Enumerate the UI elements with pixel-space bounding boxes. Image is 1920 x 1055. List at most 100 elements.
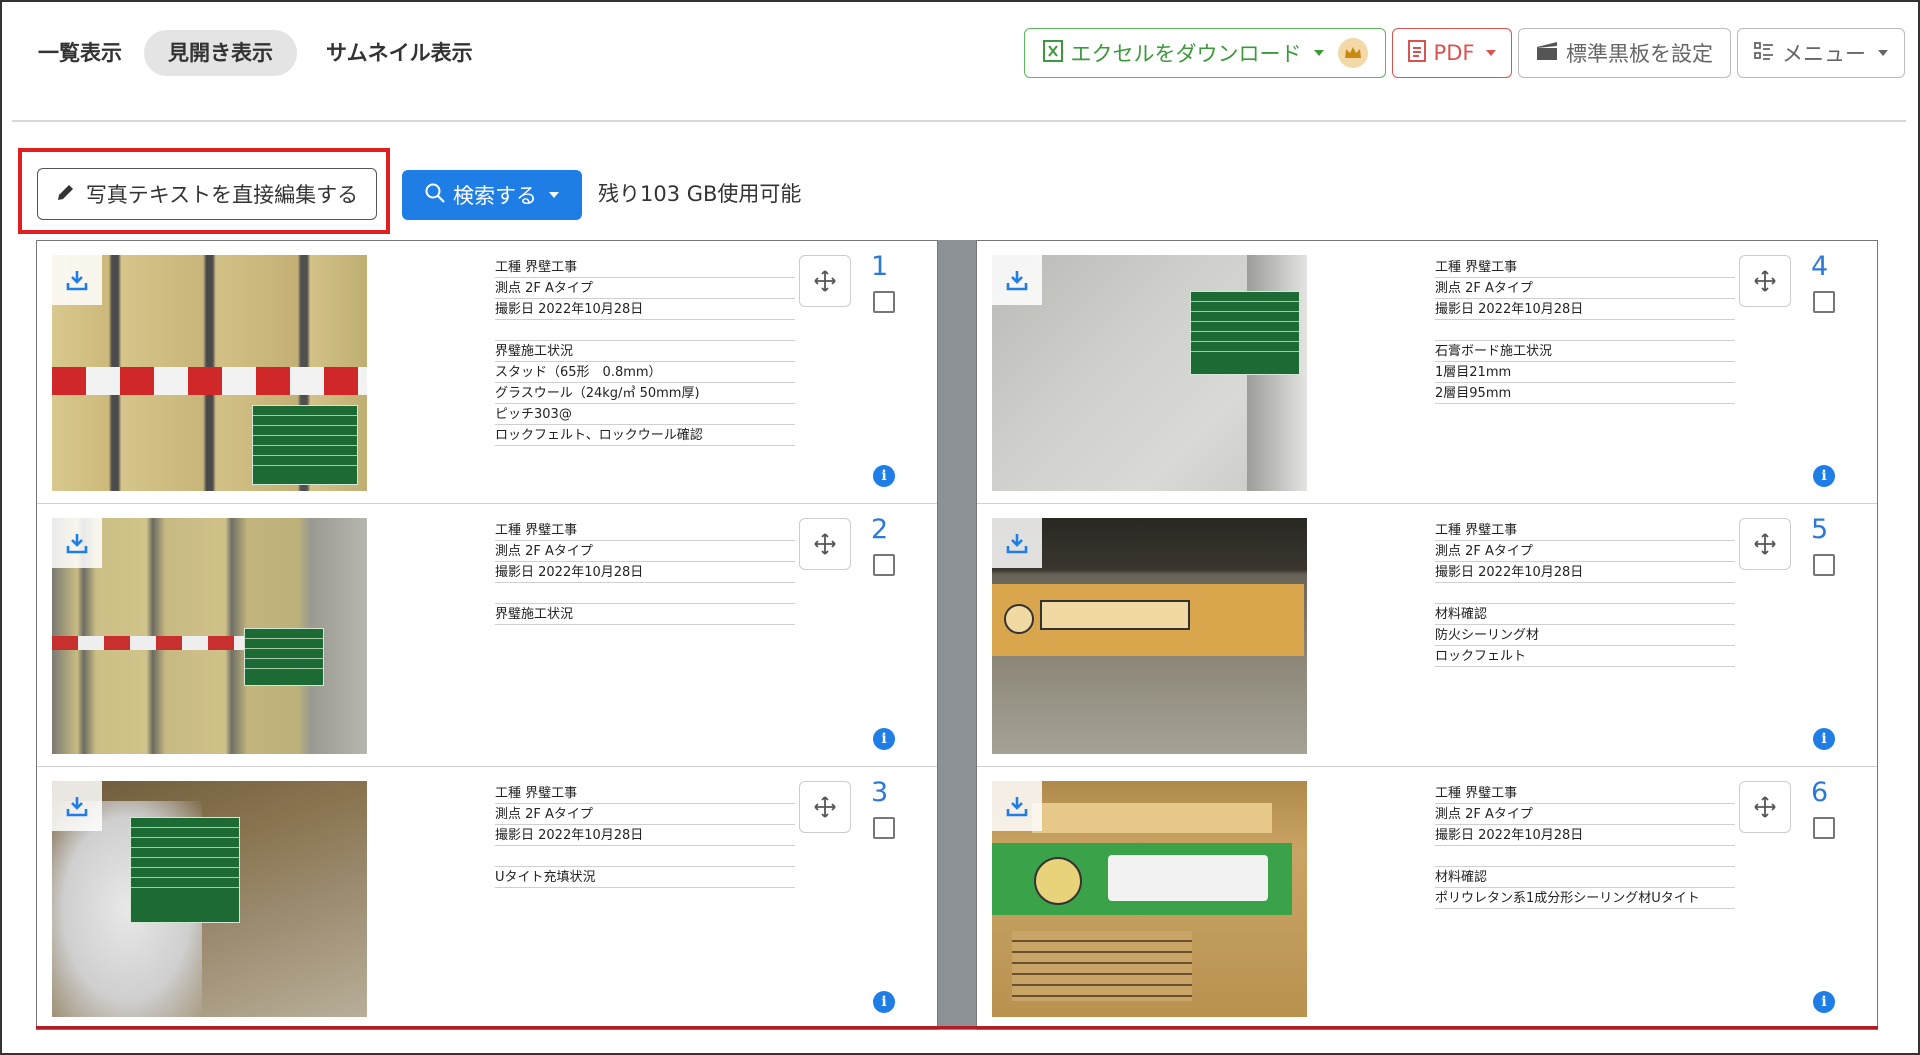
edit-photo-text-button[interactable]: 写真テキストを直接編集する [37,168,377,220]
photo-thumbnail[interactable] [992,781,1307,1017]
download-icon[interactable] [992,518,1042,568]
meta-line: ロックフェルト [1435,646,1735,667]
info-icon[interactable]: i [873,728,895,750]
photo-checkbox[interactable] [873,291,895,313]
info-icon[interactable]: i [1813,728,1835,750]
pdf-button[interactable]: PDF [1392,28,1512,78]
meta-line: 測点 2F Aタイプ [495,804,795,825]
pdf-label: PDF [1433,41,1475,65]
photo-panel-right: 工種 界璧工事 測点 2F Aタイプ 撮影日 2022年10月28日 石膏ボード… [976,240,1878,1030]
meta-line: 撮影日 2022年10月28日 [495,299,795,320]
photo-panel-left: 工種 界壁工事 測点 2F Aタイプ 撮影日 2022年10月28日 界璧施工状… [36,240,938,1030]
meta-line: 界璧施工状況 [495,604,795,625]
set-blackboard-button[interactable]: 標準黒板を設定 [1518,28,1731,78]
photo-text-lines: 工種 界璧工事 測点 2F Aタイプ 撮影日 2022年10月28日 材料確認 … [1435,520,1735,667]
meta-line [1435,583,1735,604]
photo-text-lines: 工種 界壁工事 測点 2F Aタイプ 撮影日 2022年10月28日 界璧施工状… [495,257,795,446]
meta-line: 工種 界壁工事 [495,257,795,278]
meta-line: 工種 界璧工事 [495,783,795,804]
photo-thumbnail[interactable] [992,255,1307,491]
photo-number: 4 [1811,251,1829,282]
search-icon [425,183,445,208]
storage-remaining: 残り103 GB使用可能 [598,182,802,206]
document-icon [1407,39,1426,67]
meta-line: ポリウレタン系1成分形シーリング材Uタイト [1435,888,1735,909]
meta-line: 工種 界璧工事 [1435,783,1735,804]
move-handle-icon[interactable] [1739,255,1791,307]
meta-line: Uタイト充填状況 [495,867,795,888]
excel-download-button[interactable]: エクセルをダウンロード [1024,28,1386,78]
excel-download-label: エクセルをダウンロード [1070,42,1302,66]
meta-line [1435,846,1735,867]
crown-icon [1337,38,1368,68]
tab-thumbnail-view[interactable]: サムネイル表示 [302,30,497,76]
download-icon[interactable] [992,781,1042,831]
move-handle-icon[interactable] [799,781,851,833]
photo-thumbnail[interactable] [52,255,367,491]
download-icon[interactable] [52,781,102,831]
meta-line: 撮影日 2022年10月28日 [1435,299,1735,320]
download-icon[interactable] [52,255,102,305]
meta-line: 石膏ボード施工状況 [1435,341,1735,362]
info-icon[interactable]: i [1813,465,1835,487]
search-button[interactable]: 検索する [402,170,582,220]
meta-line: 材料確認 [1435,867,1735,888]
meta-line: 撮影日 2022年10月28日 [1435,825,1735,846]
photo-number: 6 [1811,777,1829,808]
move-handle-icon[interactable] [1739,781,1791,833]
list-icon [1754,41,1774,66]
download-icon[interactable] [52,518,102,568]
photo-text-lines: 工種 界璧工事 測点 2F Aタイプ 撮影日 2022年10月28日 材料確認 … [1435,783,1735,909]
tab-list-view[interactable]: 一覧表示 [14,30,146,76]
photo-blackboard [130,817,240,923]
photo-checkbox[interactable] [1813,817,1835,839]
meta-line: 測点 2F Aタイプ [1435,804,1735,825]
utite-label-band [992,843,1292,915]
info-icon[interactable]: i [873,465,895,487]
download-icon[interactable] [992,255,1042,305]
chevron-down-icon [1878,50,1888,56]
edit-photo-text-label: 写真テキストを直接編集する [85,183,359,207]
photo-number: 5 [1811,514,1829,545]
meta-line: 材料確認 [1435,604,1735,625]
info-icon[interactable]: i [873,991,895,1013]
menu-label: メニュー [1782,42,1866,66]
meta-line: 測点 2F Aタイプ [1435,278,1735,299]
meta-line: 工種 界璧工事 [1435,257,1735,278]
chevron-down-icon [1486,50,1497,56]
meta-line [495,320,795,341]
pencil-icon [56,182,76,207]
meta-line: 1層目21mm [1435,362,1735,383]
meta-line: 防火シーリング材 [1435,625,1735,646]
panel-bottom-border [36,1026,1878,1029]
set-blackboard-label: 標準黒板を設定 [1566,42,1713,66]
photo-thumbnail[interactable] [52,518,367,754]
meta-line [495,583,795,604]
panel-gutter [938,240,976,1030]
chevron-down-icon [1313,50,1324,56]
excel-icon [1042,39,1063,67]
photo-number: 1 [871,251,889,282]
photo-card: 工種 界璧工事 測点 2F Aタイプ 撮影日 2022年10月28日 界璧施工状… [37,504,937,767]
photo-checkbox[interactable] [1813,291,1835,313]
meta-line: 撮影日 2022年10月28日 [495,562,795,583]
menu-button[interactable]: メニュー [1737,28,1905,78]
tab-spread-view[interactable]: 見開き表示 [144,30,297,76]
move-handle-icon[interactable] [799,255,851,307]
photo-card: 工種 界壁工事 測点 2F Aタイプ 撮影日 2022年10月28日 界璧施工状… [37,241,937,504]
info-icon[interactable]: i [1813,991,1835,1013]
photo-checkbox[interactable] [873,554,895,576]
meta-line: グラスウール（24kg/㎥ 50mm厚) [495,383,795,404]
photo-number: 2 [871,514,889,545]
meta-line: 撮影日 2022年10月28日 [495,825,795,846]
photo-checkbox[interactable] [1813,554,1835,576]
move-handle-icon[interactable] [799,518,851,570]
measuring-tape [52,367,367,395]
photo-thumbnail[interactable] [52,781,367,1017]
move-handle-icon[interactable] [1739,518,1791,570]
chevron-down-icon [549,192,559,198]
photo-checkbox[interactable] [873,817,895,839]
header-divider [12,120,1906,122]
clapperboard-icon [1536,41,1558,66]
photo-thumbnail[interactable] [992,518,1307,754]
